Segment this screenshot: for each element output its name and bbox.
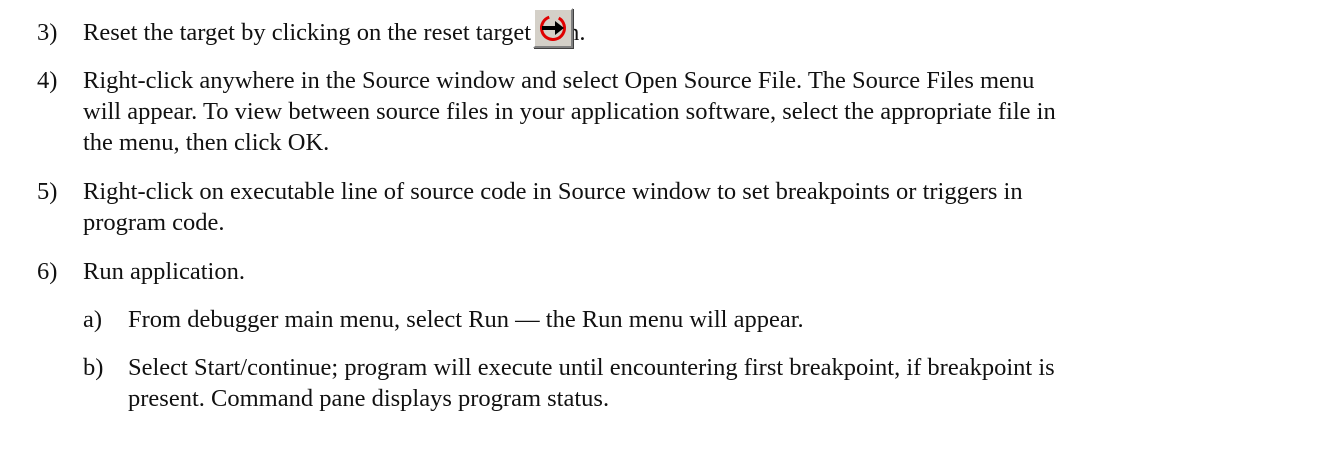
step-5-text-line-1: Right-click on executable line of source… <box>83 178 1023 205</box>
substep-a-letter: a) <box>83 306 103 333</box>
step-6-text: Run application. <box>83 258 245 285</box>
step-3-text: Reset the target by clicking on the rese… <box>83 19 586 46</box>
substep-b-text-line-1: Select Start/continue; program will exec… <box>128 354 1055 381</box>
substep-b-letter: b) <box>83 354 104 381</box>
substep-b-text-line-2: present. Command pane displays program s… <box>128 385 610 412</box>
substep-a-text: From debugger main menu, select Run — th… <box>128 306 804 333</box>
reset-target-button[interactable] <box>533 8 573 48</box>
step-3-number: 3) <box>37 19 58 46</box>
step-5-text-line-2: program code. <box>83 209 225 236</box>
step-4-number: 4) <box>37 67 58 94</box>
step-4-text-line-3: the menu, then click OK. <box>83 129 330 156</box>
reset-target-icon <box>540 15 566 41</box>
step-4-text-line-2: will appear. To view between source file… <box>83 98 1056 125</box>
step-5-number: 5) <box>37 178 58 205</box>
step-4-text-line-1: Right-click anywhere in the Source windo… <box>83 67 1035 94</box>
step-6-number: 6) <box>37 258 58 285</box>
